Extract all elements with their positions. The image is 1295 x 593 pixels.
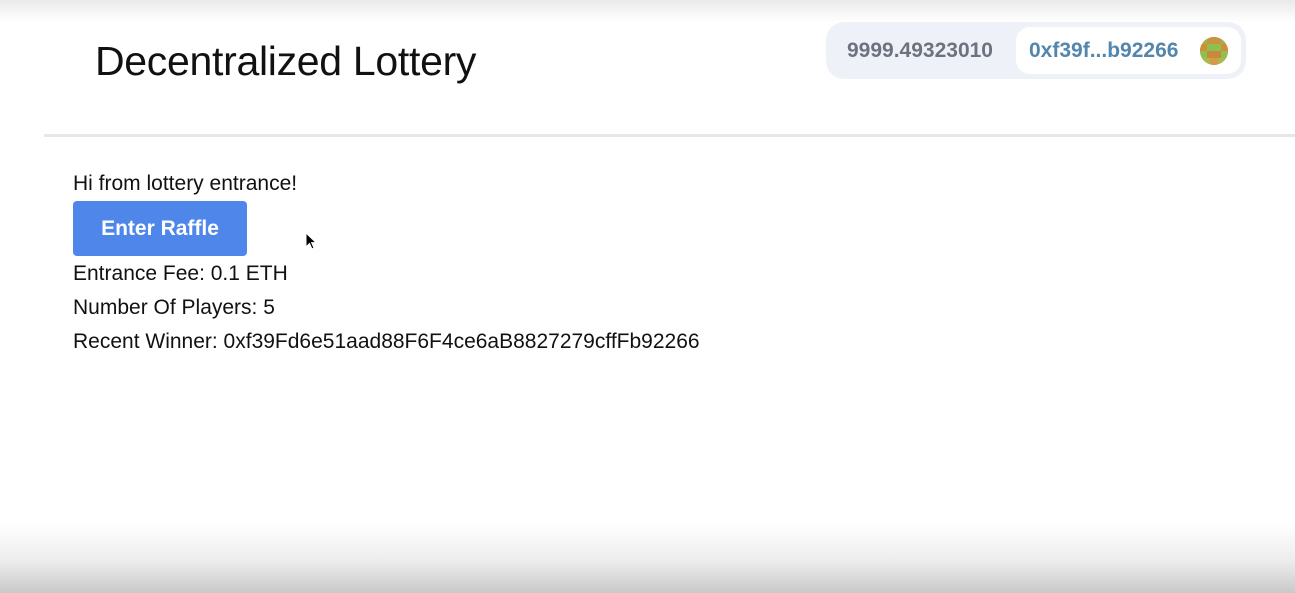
account-button[interactable]: 0xf39f...b92266 — [1016, 27, 1241, 74]
wallet-connect-widget[interactable]: 9999.49323010 0xf39f...b92266 — [826, 22, 1246, 79]
bottom-edge-shadow — [0, 523, 1295, 593]
enter-raffle-button[interactable]: Enter Raffle — [73, 201, 247, 256]
top-edge-shadow — [0, 0, 1295, 22]
page-title: Decentralized Lottery — [95, 38, 477, 84]
account-address: 0xf39f...b92266 — [1029, 39, 1179, 62]
account-avatar-icon — [1200, 37, 1228, 65]
wallet-balance: 9999.49323010 — [847, 39, 993, 62]
recent-winner-text: Recent Winner: 0xf39Fd6e51aad88F6F4ce6aB… — [73, 330, 700, 353]
header-divider — [44, 134, 1295, 137]
number-of-players-text: Number Of Players: 5 — [73, 296, 275, 319]
mouse-pointer-icon — [305, 232, 317, 250]
greeting-text: Hi from lottery entrance! — [73, 172, 298, 195]
entrance-fee-text: Entrance Fee: 0.1 ETH — [73, 262, 288, 285]
